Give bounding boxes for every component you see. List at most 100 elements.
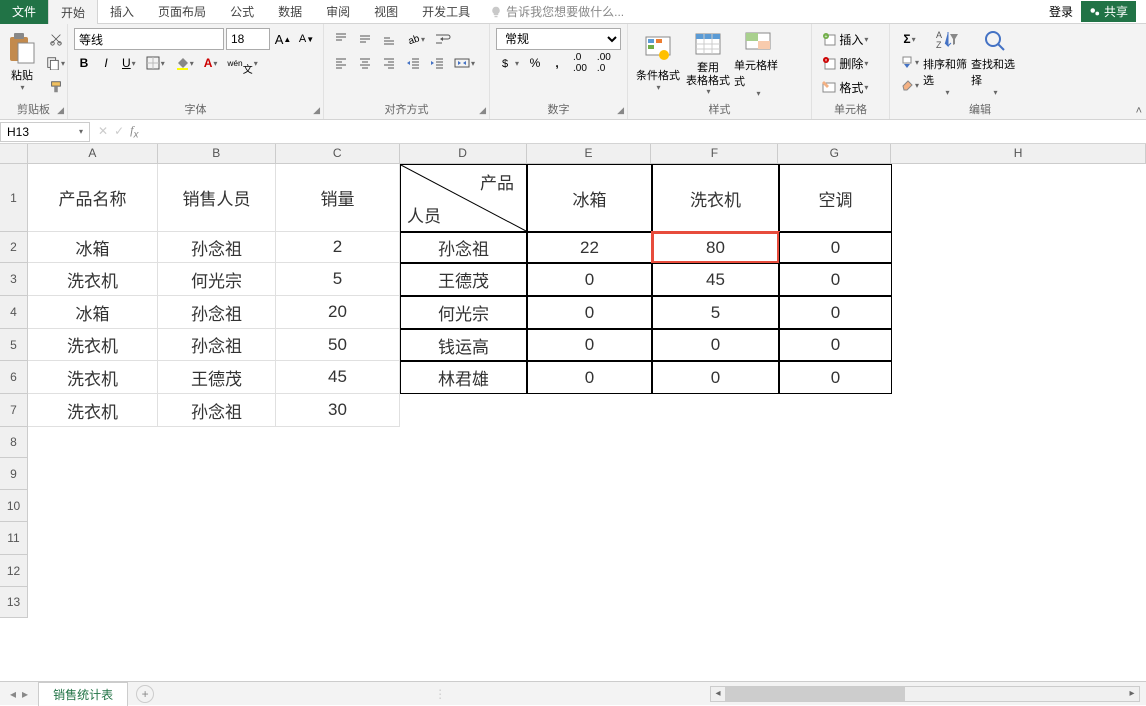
col-header-E[interactable]: E (527, 144, 652, 163)
select-all-corner[interactable] (0, 144, 28, 164)
cell-G2[interactable]: 0 (779, 232, 892, 263)
phonetic-button[interactable]: wén文▾ (223, 52, 261, 74)
horizontal-scrollbar[interactable]: ◂ ▸ (710, 686, 1140, 702)
cancel-formula-icon[interactable]: ✕ (98, 124, 108, 138)
alignment-dialog-launcher[interactable]: ◢ (479, 105, 486, 116)
col-header-C[interactable]: C (276, 144, 400, 163)
share-button[interactable]: 共享 (1081, 1, 1136, 22)
cell-C7[interactable]: 30 (276, 394, 400, 427)
fx-icon[interactable]: fx (130, 123, 138, 140)
sort-filter-button[interactable]: AZ 排序和筛选▾ (923, 28, 971, 96)
col-header-B[interactable]: B (158, 144, 276, 163)
format-cells-button[interactable]: 格式▾ (818, 76, 883, 98)
cell-D3[interactable]: 王德茂 (400, 263, 527, 296)
cell-styles-button[interactable]: 单元格样式▾ (734, 28, 782, 96)
align-center-button[interactable] (354, 52, 376, 74)
cell-C1[interactable]: 销量 (276, 164, 400, 232)
row-header-12[interactable]: 12 (0, 555, 28, 587)
paste-button[interactable]: 粘贴▾ (6, 28, 38, 96)
increase-indent-button[interactable] (426, 52, 448, 74)
border-button[interactable]: ▾ (142, 52, 169, 74)
bold-button[interactable]: B (74, 52, 94, 74)
cell-B1[interactable]: 销售人员 (158, 164, 276, 232)
cell-C2[interactable]: 2 (276, 232, 400, 263)
cell-A1[interactable]: 产品名称 (28, 164, 158, 232)
align-right-button[interactable] (378, 52, 400, 74)
formula-input[interactable] (146, 123, 1146, 141)
align-top-button[interactable] (330, 28, 352, 50)
row-header-4[interactable]: 4 (0, 296, 28, 329)
cell-B2[interactable]: 孙念祖 (158, 232, 276, 263)
cell-D2[interactable]: 孙念祖 (400, 232, 527, 263)
decrease-font-button[interactable]: A▼ (296, 28, 317, 50)
comma-button[interactable]: , (547, 52, 567, 74)
align-bottom-button[interactable] (378, 28, 400, 50)
cell-G6[interactable]: 0 (779, 361, 892, 394)
enter-formula-icon[interactable]: ✓ (114, 124, 124, 138)
row-header-6[interactable]: 6 (0, 361, 28, 394)
cell-F1[interactable]: 洗衣机 (652, 164, 779, 232)
tab-home[interactable]: 开始 (48, 0, 98, 25)
col-header-D[interactable]: D (400, 144, 527, 163)
insert-cells-button[interactable]: + 插入▾ (818, 28, 883, 50)
number-format-combo[interactable]: 常规 (496, 28, 621, 50)
tab-file[interactable]: 文件 (0, 0, 48, 24)
cell-F4[interactable]: 5 (652, 296, 779, 329)
row-header-1[interactable]: 1 (0, 164, 28, 232)
cell-E4[interactable]: 0 (527, 296, 652, 329)
row-header-5[interactable]: 5 (0, 329, 28, 361)
tab-developer[interactable]: 开发工具 (410, 0, 482, 24)
cell-F6[interactable]: 0 (652, 361, 779, 394)
conditional-format-button[interactable]: 条件格式▾ (634, 28, 682, 96)
decrease-decimal-button[interactable]: .00.0 (593, 52, 615, 74)
cell-D6[interactable]: 林君雄 (400, 361, 527, 394)
tab-formulas[interactable]: 公式 (218, 0, 266, 24)
cell-F3[interactable]: 45 (652, 263, 779, 296)
row-header-13[interactable]: 13 (0, 587, 28, 618)
clipboard-dialog-launcher[interactable]: ◢ (57, 105, 64, 116)
sheet-nav-prev[interactable]: ◂ (10, 687, 16, 701)
font-dialog-launcher[interactable]: ◢ (313, 105, 320, 116)
row-header-11[interactable]: 11 (0, 522, 28, 555)
tab-data[interactable]: 数据 (266, 0, 314, 24)
cell-B7[interactable]: 孙念祖 (158, 394, 276, 427)
accounting-format-button[interactable]: $▾ (496, 52, 523, 74)
italic-button[interactable]: I (96, 52, 116, 74)
sheet-nav-next[interactable]: ▸ (22, 687, 28, 701)
tab-page-layout[interactable]: 页面布局 (146, 0, 218, 24)
format-as-table-button[interactable]: 套用 表格格式▾ (684, 28, 732, 96)
tell-me-search[interactable]: 告诉我您想要做什么... (482, 3, 624, 20)
cell-G5[interactable]: 0 (779, 329, 892, 361)
tab-view[interactable]: 视图 (362, 0, 410, 24)
cell-B3[interactable]: 何光宗 (158, 263, 276, 296)
fill-button[interactable]: ▾ (896, 51, 923, 73)
row-header-9[interactable]: 9 (0, 458, 28, 490)
cell-C6[interactable]: 45 (276, 361, 400, 394)
cut-button[interactable] (42, 28, 69, 50)
number-dialog-launcher[interactable]: ◢ (617, 105, 624, 116)
delete-cells-button[interactable]: × 删除▾ (818, 52, 883, 74)
cell-G3[interactable]: 0 (779, 263, 892, 296)
cell-G1[interactable]: 空调 (779, 164, 892, 232)
collapse-ribbon-button[interactable]: ˄ (1136, 105, 1142, 117)
increase-decimal-button[interactable]: .0.00 (569, 52, 591, 74)
tab-insert[interactable]: 插入 (98, 0, 146, 24)
scroll-left-arrow[interactable]: ◂ (711, 687, 725, 701)
row-header-10[interactable]: 10 (0, 490, 28, 522)
merge-center-button[interactable]: ▾ (450, 52, 479, 74)
cell-B5[interactable]: 孙念祖 (158, 329, 276, 361)
font-color-button[interactable]: A▾ (200, 52, 222, 74)
cell-D4[interactable]: 何光宗 (400, 296, 527, 329)
add-sheet-button[interactable]: + (136, 685, 154, 703)
cell-E5[interactable]: 0 (527, 329, 652, 361)
align-left-button[interactable] (330, 52, 352, 74)
scroll-right-arrow[interactable]: ▸ (1125, 687, 1139, 701)
sheet-tab[interactable]: 销售统计表 (38, 682, 128, 706)
col-header-G[interactable]: G (778, 144, 891, 163)
cell-A4[interactable]: 冰箱 (28, 296, 158, 329)
cell-E6[interactable]: 0 (527, 361, 652, 394)
decrease-indent-button[interactable] (402, 52, 424, 74)
font-size-combo[interactable] (226, 28, 270, 50)
find-select-button[interactable]: 查找和选择▾ (971, 28, 1019, 96)
cell-A6[interactable]: 洗衣机 (28, 361, 158, 394)
